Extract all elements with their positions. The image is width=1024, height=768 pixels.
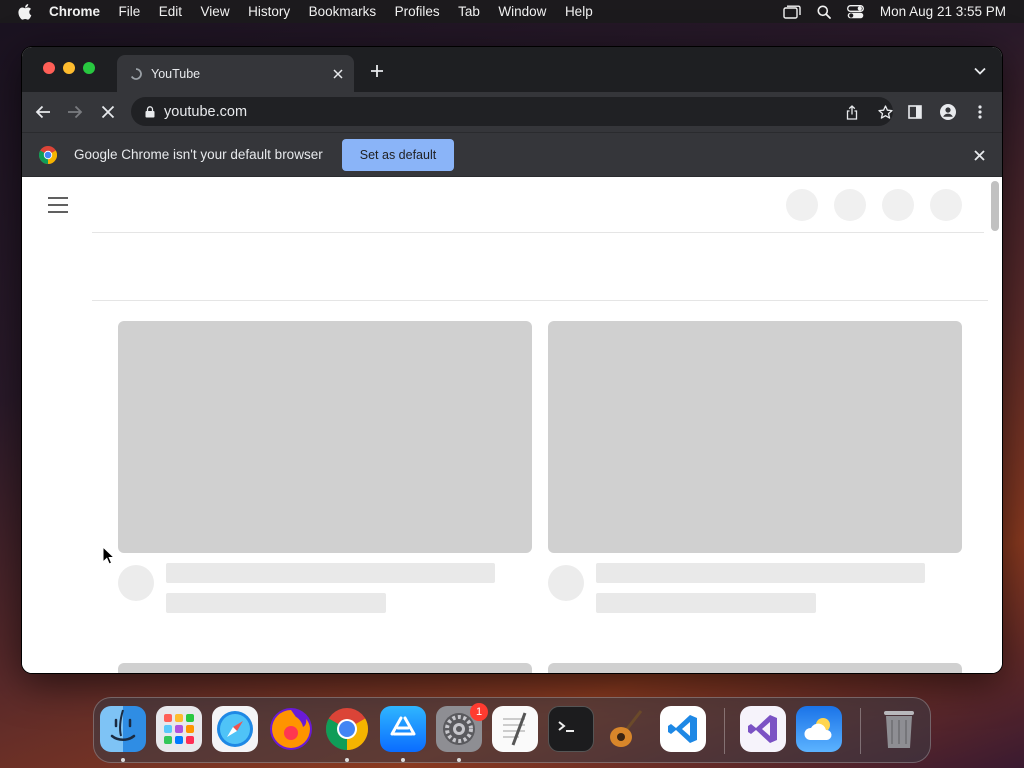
header-skeleton-icon	[834, 189, 866, 221]
menu-bookmarks[interactable]: Bookmarks	[309, 4, 377, 19]
close-window-button[interactable]	[43, 62, 55, 74]
dock-separator	[860, 708, 861, 754]
video-title-skeleton	[166, 563, 495, 583]
visual-studio-icon[interactable]	[740, 706, 786, 752]
address-bar[interactable]: youtube.com	[131, 97, 893, 126]
app-store-running-indicator	[401, 758, 405, 762]
tab-youtube[interactable]: YouTube	[117, 55, 354, 92]
apple-menu-icon[interactable]	[17, 3, 35, 20]
video-thumbnail-skeleton	[118, 321, 532, 553]
tab-title: YouTube	[151, 66, 201, 81]
youtube-page-content	[22, 177, 1002, 673]
menu-history[interactable]: History	[248, 4, 290, 19]
guide-menu-hamburger-icon[interactable]	[48, 197, 68, 213]
terminal-icon[interactable]	[548, 706, 594, 752]
safari-compass-icon[interactable]	[212, 706, 258, 752]
more-options-kebab-icon[interactable]	[970, 102, 990, 122]
video-title-skeleton	[596, 563, 925, 583]
back-arrow-icon[interactable]	[33, 102, 53, 122]
vscode-icon[interactable]	[660, 706, 706, 752]
infobar-message: Google Chrome isn't your default browser	[74, 147, 323, 162]
video-thumbnail-skeleton	[118, 663, 532, 673]
video-thumbnail-skeleton	[548, 663, 962, 673]
system-settings-notification-badge: 1	[470, 703, 488, 721]
lock-icon[interactable]	[145, 105, 155, 118]
video-thumbnail-skeleton	[548, 321, 962, 553]
finder-icon[interactable]	[100, 706, 146, 752]
screen-mirroring-icon[interactable]	[783, 5, 801, 19]
loading-spinner-icon	[130, 67, 142, 80]
set-as-default-button[interactable]: Set as default	[342, 139, 454, 171]
menu-window[interactable]: Window	[498, 4, 546, 19]
google-chrome-icon[interactable]	[324, 706, 370, 752]
close-infobar-icon[interactable]	[973, 149, 985, 161]
new-tab-plus-icon[interactable]	[369, 63, 385, 79]
mouse-pointer-icon	[102, 546, 116, 565]
garageband-guitar-icon[interactable]	[604, 706, 650, 752]
menu-edit[interactable]: Edit	[159, 4, 182, 19]
default-browser-infobar: Google Chrome isn't your default browser…	[22, 132, 1002, 177]
side-panel-icon[interactable]	[905, 102, 925, 122]
channel-avatar-skeleton	[548, 565, 584, 601]
address-url[interactable]: youtube.com	[164, 104, 247, 120]
menu-tab[interactable]: Tab	[458, 4, 480, 19]
trash-icon[interactable]	[876, 706, 922, 752]
menu-help[interactable]: Help	[565, 4, 593, 19]
launchpad-icon[interactable]	[156, 706, 202, 752]
chrome-running-indicator	[345, 758, 349, 762]
tab-search-chevron-down-icon[interactable]	[974, 65, 986, 77]
video-meta-skeleton	[166, 593, 386, 613]
header-skeleton-icon	[882, 189, 914, 221]
finder-running-indicator	[121, 758, 125, 762]
browser-toolbar: youtube.com	[22, 92, 1002, 132]
weather-cloud-icon[interactable]	[796, 706, 842, 752]
dock	[93, 697, 931, 763]
profile-avatar-icon[interactable]	[938, 102, 958, 122]
menu-app-name[interactable]: Chrome	[49, 4, 100, 19]
system-settings-running-indicator	[457, 758, 461, 762]
bookmark-star-icon[interactable]	[877, 104, 893, 120]
header-skeleton-icon	[930, 189, 962, 221]
chrome-window: YouTube youtube.com Google Chrome isn't …	[22, 47, 1002, 673]
share-icon[interactable]	[844, 104, 860, 120]
spotlight-search-icon[interactable]	[817, 5, 831, 19]
menu-view[interactable]: View	[201, 4, 230, 19]
header-skeleton-icon	[786, 189, 818, 221]
forward-arrow-icon[interactable]	[65, 102, 85, 122]
fullscreen-window-button[interactable]	[83, 62, 95, 74]
header-divider	[92, 232, 984, 233]
tab-strip: YouTube	[22, 47, 1002, 92]
channel-avatar-skeleton	[118, 565, 154, 601]
minimize-window-button[interactable]	[63, 62, 75, 74]
textedit-icon[interactable]	[492, 706, 538, 752]
menu-file[interactable]: File	[119, 4, 141, 19]
control-center-icon[interactable]	[846, 4, 864, 19]
menu-profiles[interactable]: Profiles	[395, 4, 440, 19]
page-scrollbar[interactable]	[991, 181, 999, 231]
dock-separator	[724, 708, 725, 754]
chrome-logo-icon	[39, 146, 57, 164]
close-tab-icon[interactable]	[331, 67, 345, 81]
menu-bar-clock[interactable]: Mon Aug 21 3:55 PM	[880, 4, 1006, 19]
menu-bar: Chrome File Edit View History Bookmarks …	[0, 0, 1024, 23]
video-meta-skeleton	[596, 593, 816, 613]
chips-divider	[92, 300, 988, 301]
stop-loading-x-icon[interactable]	[98, 102, 118, 122]
firefox-icon[interactable]	[268, 706, 314, 752]
app-store-icon[interactable]	[380, 706, 426, 752]
